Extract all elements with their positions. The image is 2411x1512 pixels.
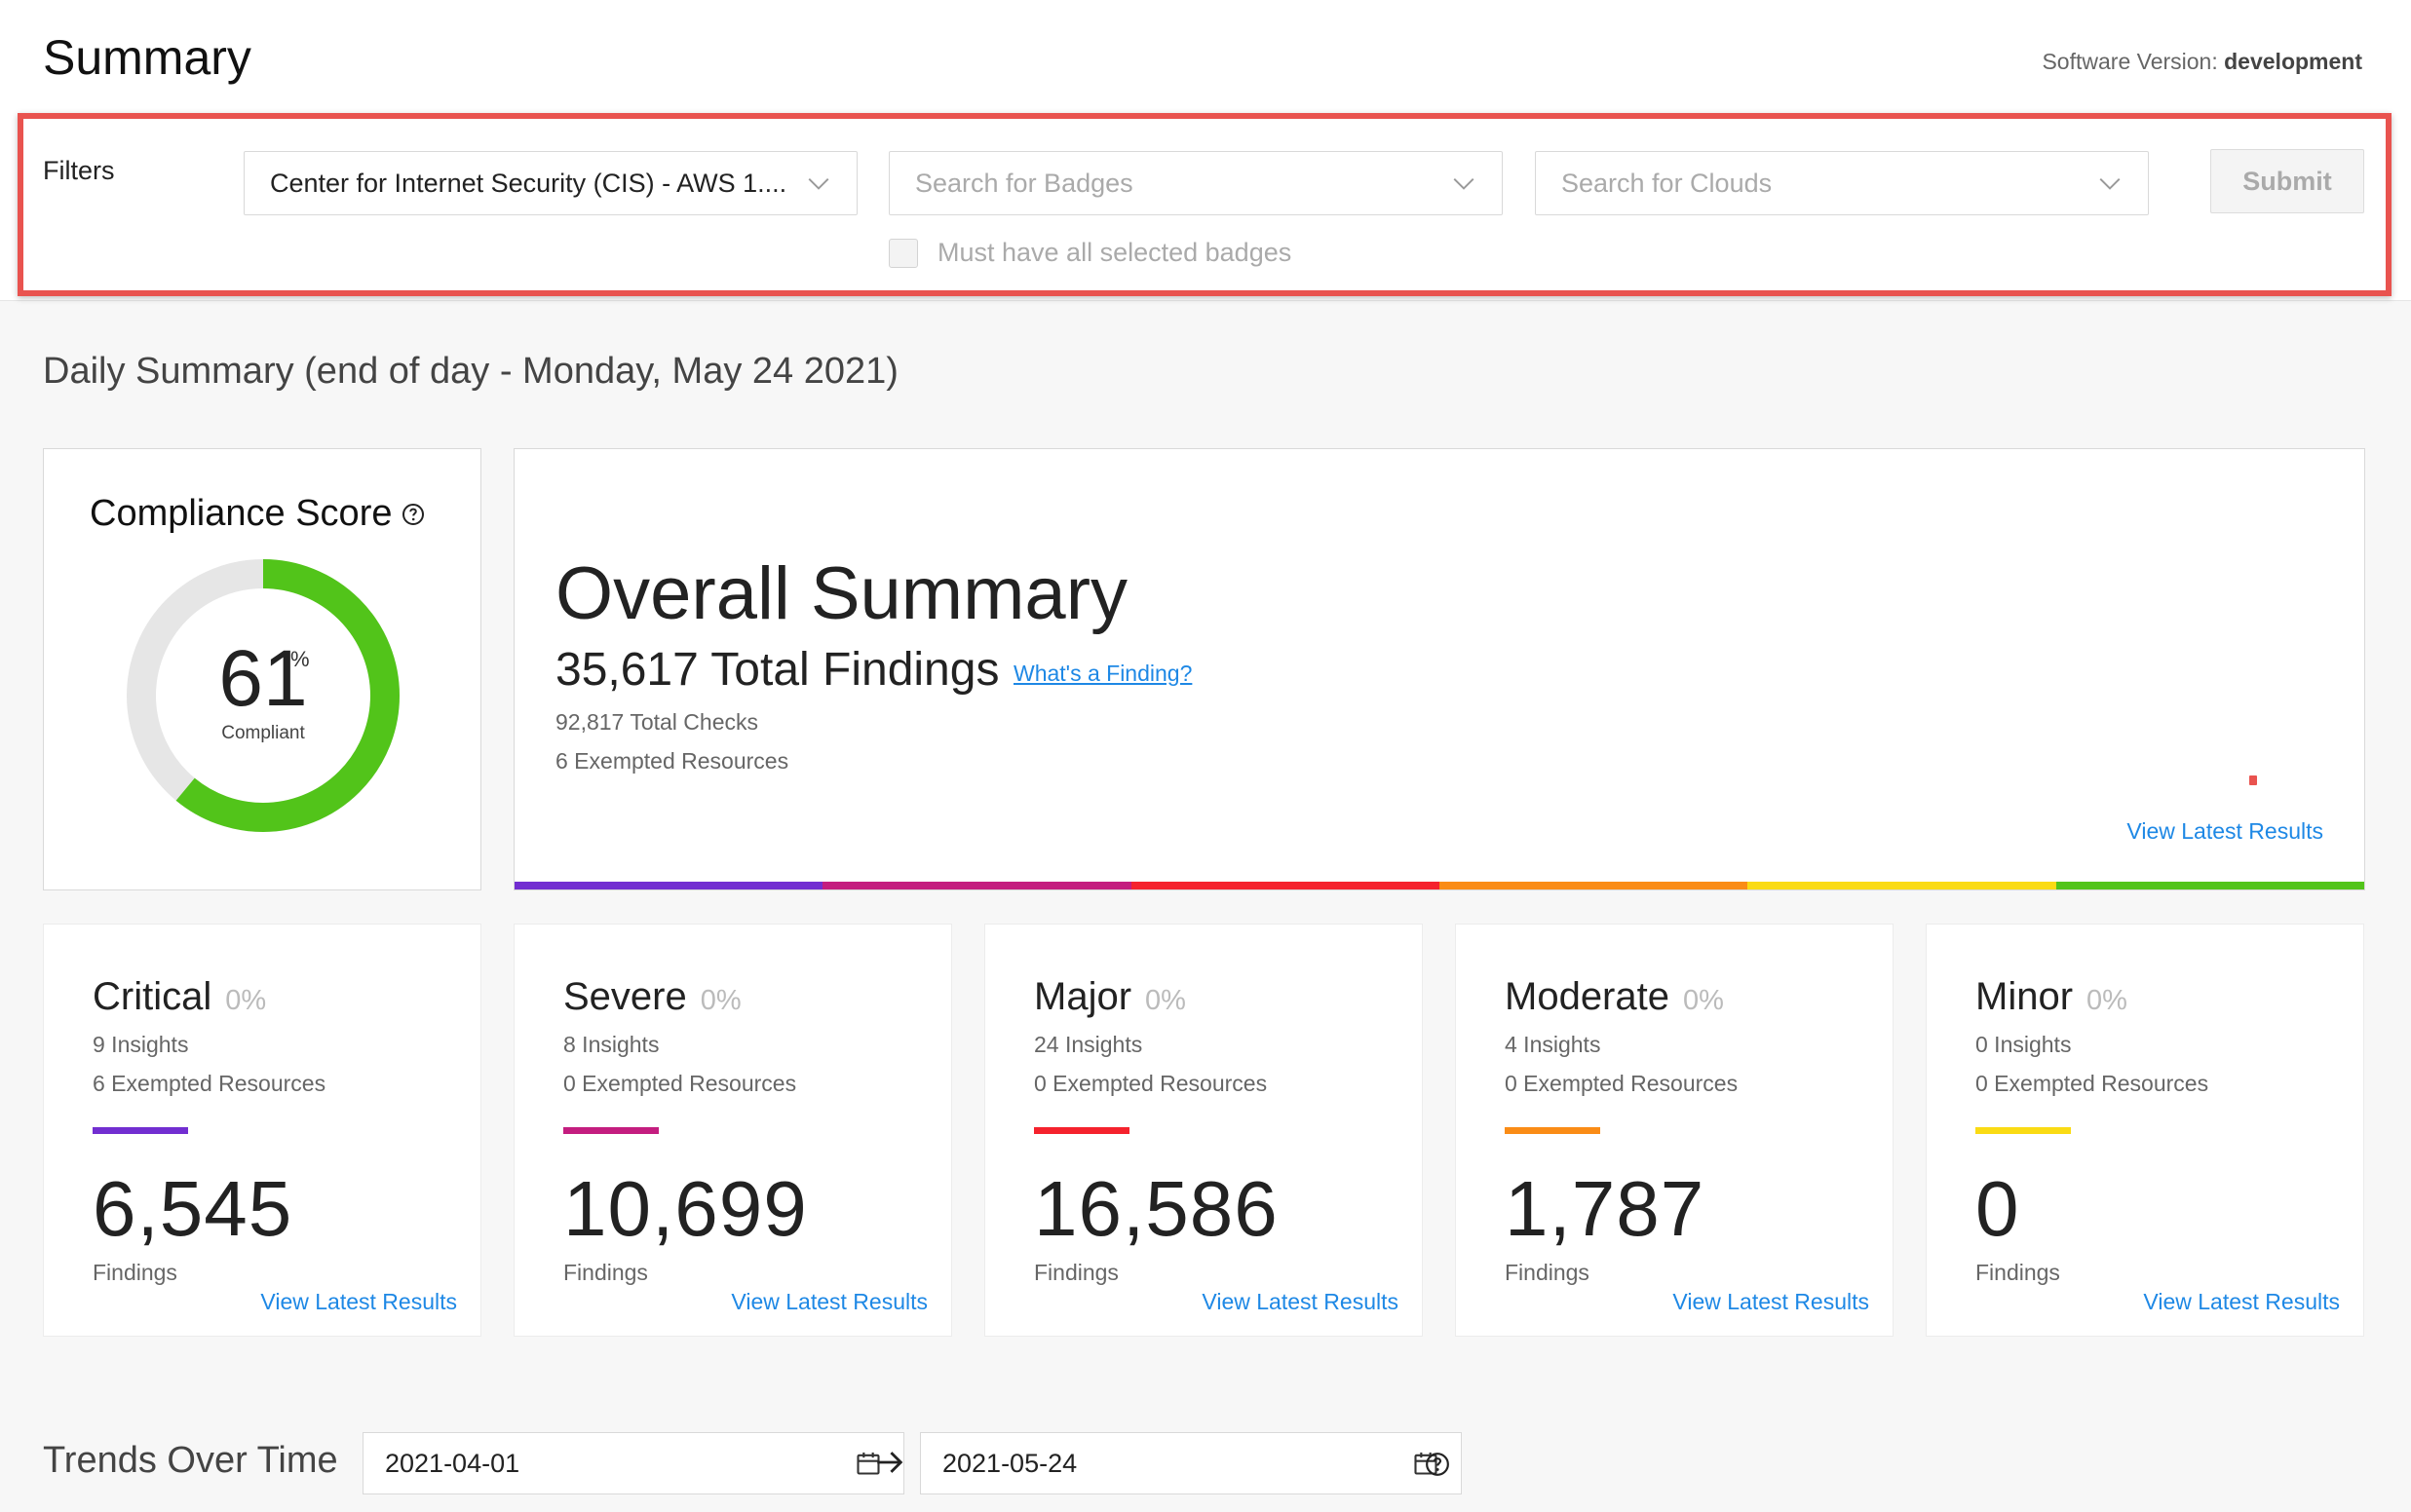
severity-heading: Moderate 0%: [1505, 975, 1724, 1019]
compliance-score-percent: %: [290, 647, 310, 671]
severity-view-latest-results-link[interactable]: View Latest Results: [2143, 1289, 2340, 1315]
submit-button[interactable]: Submit: [2210, 149, 2364, 213]
severity-name: Moderate: [1505, 975, 1669, 1018]
severity-percent: 0%: [1145, 985, 1186, 1016]
chevron-down-icon: [2099, 177, 2121, 190]
severity-insights: 4 Insights: [1505, 1032, 1601, 1057]
page-title: Summary: [43, 30, 251, 85]
daily-summary-title: Daily Summary (end of day - Monday, May …: [43, 351, 899, 392]
exempted-resources: 6 Exempted Resources: [555, 748, 789, 774]
arrow-right-icon: [877, 1452, 903, 1473]
severity-color-bar: [1034, 1127, 1129, 1134]
severity-heading: Severe 0%: [563, 975, 742, 1019]
severity-findings-label: Findings: [1505, 1260, 1589, 1285]
severity-findings-count: 10,699: [563, 1165, 808, 1252]
severity-findings-label: Findings: [1034, 1260, 1119, 1285]
severity-percent: 0%: [700, 985, 742, 1016]
severity-card-moderate: Moderate 0% 4 Insights 0 Exempted Resour…: [1455, 924, 1894, 1337]
badges-select[interactable]: Search for Badges: [889, 151, 1503, 215]
severity-heading: Critical 0%: [93, 975, 266, 1019]
severity-insights: 0 Insights: [1975, 1032, 2072, 1057]
overall-summary-title: Overall Summary: [555, 552, 1128, 635]
severity-exempted: 0 Exempted Resources: [1975, 1071, 2209, 1096]
severity-color-bar: [1505, 1127, 1600, 1134]
severity-view-latest-results-link[interactable]: View Latest Results: [731, 1289, 928, 1315]
must-have-all-badges-option[interactable]: Must have all selected badges: [889, 238, 1291, 268]
trends-title: Trends Over Time: [43, 1440, 338, 1481]
severity-percent: 0%: [1682, 985, 1724, 1016]
severity-findings-label: Findings: [93, 1260, 177, 1285]
compliance-score-caption: Compliant: [221, 723, 305, 743]
must-have-all-checkbox[interactable]: [889, 238, 918, 268]
must-have-all-label: Must have all selected badges: [938, 238, 1292, 267]
question-circle-icon[interactable]: [1425, 1452, 1450, 1477]
severity-color-bar: [515, 882, 2364, 889]
total-checks: 92,817 Total Checks: [555, 709, 758, 735]
chevron-down-icon: [1453, 177, 1474, 190]
color-segment: [823, 882, 1131, 889]
question-circle-icon[interactable]: [402, 503, 425, 526]
color-segment: [1130, 882, 1439, 889]
chevron-down-icon: [808, 177, 829, 190]
severity-percent: 0%: [225, 985, 267, 1016]
severity-findings-count: 16,586: [1034, 1165, 1279, 1252]
severity-exempted: 0 Exempted Resources: [563, 1071, 797, 1096]
severity-findings-label: Findings: [1975, 1260, 2060, 1285]
filters-label: Filters: [43, 156, 115, 185]
severity-findings-count: 6,545: [93, 1165, 293, 1252]
marker-dot: [2249, 775, 2257, 785]
clouds-select[interactable]: Search for Clouds: [1535, 151, 2149, 215]
color-segment: [1438, 882, 1748, 889]
badges-select-placeholder: Search for Badges: [915, 168, 1133, 198]
compliance-score-title: Compliance Score: [90, 493, 425, 535]
severity-insights: 9 Insights: [93, 1032, 189, 1057]
severity-card-minor: Minor 0% 0 Insights 0 Exempted Resources…: [1926, 924, 2364, 1337]
severity-exempted: 0 Exempted Resources: [1034, 1071, 1268, 1096]
severity-exempted: 0 Exempted Resources: [1505, 1071, 1739, 1096]
severity-exempted: 6 Exempted Resources: [93, 1071, 326, 1096]
compliance-score-label: Compliance Score: [90, 493, 393, 534]
severity-name: Minor: [1975, 975, 2074, 1018]
severity-card-severe: Severe 0% 8 Insights 0 Exempted Resource…: [514, 924, 952, 1337]
severity-color-bar: [1975, 1127, 2071, 1134]
end-date-input[interactable]: 2021-05-24: [920, 1432, 1462, 1494]
software-version: Software Version: development: [2042, 49, 2362, 75]
total-findings: 35,617 Total Findings: [555, 644, 1000, 696]
color-segment: [2055, 882, 2364, 889]
severity-findings-count: 0: [1975, 1165, 2020, 1252]
end-date-value: 2021-05-24: [942, 1448, 1078, 1478]
start-date-value: 2021-04-01: [385, 1448, 520, 1478]
severity-percent: 0%: [2086, 985, 2127, 1016]
severity-findings-label: Findings: [563, 1260, 648, 1285]
severity-name: Major: [1034, 975, 1132, 1018]
severity-view-latest-results-link[interactable]: View Latest Results: [1672, 1289, 1869, 1315]
version-label: Software Version:: [2042, 49, 2218, 74]
severity-name: Severe: [563, 975, 687, 1018]
severity-name: Critical: [93, 975, 212, 1018]
severity-view-latest-results-link[interactable]: View Latest Results: [1202, 1289, 1398, 1315]
clouds-select-placeholder: Search for Clouds: [1561, 168, 1773, 198]
color-segment: [515, 882, 823, 889]
color-segment: [1747, 882, 2056, 889]
severity-color-bar: [93, 1127, 188, 1134]
version-value: development: [2224, 49, 2362, 74]
standard-select[interactable]: Center for Internet Security (CIS) - AWS…: [244, 151, 858, 215]
severity-card-major: Major 0% 24 Insights 0 Exempted Resource…: [984, 924, 1423, 1337]
severity-heading: Major 0%: [1034, 975, 1186, 1019]
severity-insights: 8 Insights: [563, 1032, 660, 1057]
overall-view-latest-results-link[interactable]: View Latest Results: [2126, 818, 2323, 845]
severity-insights: 24 Insights: [1034, 1032, 1143, 1057]
severity-view-latest-results-link[interactable]: View Latest Results: [260, 1289, 457, 1315]
severity-heading: Minor 0%: [1975, 975, 2127, 1019]
start-date-input[interactable]: 2021-04-01: [363, 1432, 904, 1494]
severity-color-bar: [563, 1127, 659, 1134]
severity-findings-count: 1,787: [1505, 1165, 1705, 1252]
standard-select-value: Center for Internet Security (CIS) - AWS…: [270, 168, 787, 198]
severity-card-critical: Critical 0% 9 Insights 6 Exempted Resour…: [43, 924, 481, 1337]
whats-a-finding-link[interactable]: What's a Finding?: [1014, 661, 1192, 687]
